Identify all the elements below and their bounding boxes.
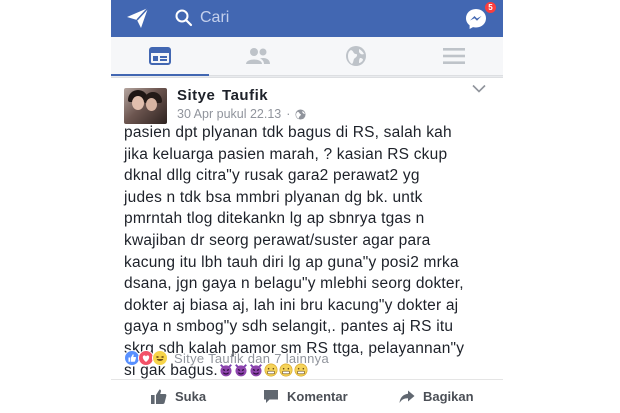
post-line: gaya n smbog"y sdh selangit,. pantes aj … xyxy=(124,318,454,336)
like-button[interactable]: Suka xyxy=(151,389,206,404)
post-line: dknal dllg citra"y rusak gara2 perawat2 … xyxy=(124,167,420,185)
tab-friends[interactable] xyxy=(228,37,288,75)
top-bar: Cari 5 xyxy=(111,0,503,37)
post-meta: 30 Apr pukul 22.13 · xyxy=(177,107,306,121)
post-card: Sitye Taufik 30 Apr pukul 22.13 · pasien… xyxy=(111,77,503,413)
post-line: jika keluarga pasien marah, ? kasian RS … xyxy=(124,145,448,163)
search-icon xyxy=(175,9,193,27)
facebook-app: Cari 5 Sitye Taufik 30 Apr pukul 22.13 ·… xyxy=(111,0,503,413)
share-icon xyxy=(399,390,415,403)
share-label: Bagikan xyxy=(423,389,474,404)
post-line: dsana, jgn gaya n belagu"y mlebhi seorg … xyxy=(124,275,464,293)
nav-bar xyxy=(111,37,503,76)
reactions-text[interactable]: Sitye Taufik dan 7 lainnya xyxy=(174,351,329,366)
post-author[interactable]: Sitye Taufik xyxy=(177,87,268,104)
post-line: pmrntah tlog ditekankn lg ap sbnrya tgas… xyxy=(124,210,425,228)
news-feed-icon xyxy=(149,47,171,65)
post-line: pasien dpt plyanan tdk bagus di RS, sala… xyxy=(124,124,452,141)
like-label: Suka xyxy=(175,389,207,404)
post-text: pasien dpt plyanan tdk bagus di RS, sala… xyxy=(124,122,494,381)
active-tab-indicator xyxy=(111,74,209,76)
tab-notifications[interactable] xyxy=(326,37,386,75)
friends-icon xyxy=(246,48,270,64)
comment-label: Komentar xyxy=(287,389,348,404)
public-globe-icon xyxy=(295,108,306,120)
search-bar[interactable]: Cari xyxy=(168,6,438,30)
search-placeholder[interactable]: Cari xyxy=(200,9,229,27)
post-line: kacung itu lbh tauh diri lg ap guna"y po… xyxy=(124,253,459,271)
post-line: dokter aj biasa aj, lah ini bru kacung"y… xyxy=(124,296,459,314)
avatar[interactable] xyxy=(124,88,167,124)
post-actions: Suka Komentar Bagikan xyxy=(111,379,503,413)
meta-separator: · xyxy=(286,107,291,121)
post-timestamp[interactable]: 30 Apr pukul 22.13 xyxy=(177,107,281,121)
thumbs-up-icon xyxy=(151,389,167,404)
tab-menu[interactable] xyxy=(424,37,484,75)
reactions-summary[interactable]: Sitye Taufik dan 7 lainnya xyxy=(124,350,329,366)
haha-reaction-icon xyxy=(152,350,168,366)
chevron-down-icon[interactable] xyxy=(472,84,486,94)
messenger-badge: 5 xyxy=(485,2,496,13)
post-line: judes n tdk bsa mmbri plyanan dg bk. unt… xyxy=(124,188,423,206)
share-button[interactable]: Bagikan xyxy=(399,389,474,404)
post-line: kwajiban dr seorg perawat/suster agar pa… xyxy=(124,231,431,249)
comment-icon xyxy=(264,390,278,403)
paper-plane-icon[interactable] xyxy=(126,7,150,29)
globe-icon xyxy=(346,46,366,66)
comment-button[interactable]: Komentar xyxy=(263,389,348,404)
tab-news-feed[interactable] xyxy=(130,37,190,75)
menu-icon xyxy=(443,48,465,64)
